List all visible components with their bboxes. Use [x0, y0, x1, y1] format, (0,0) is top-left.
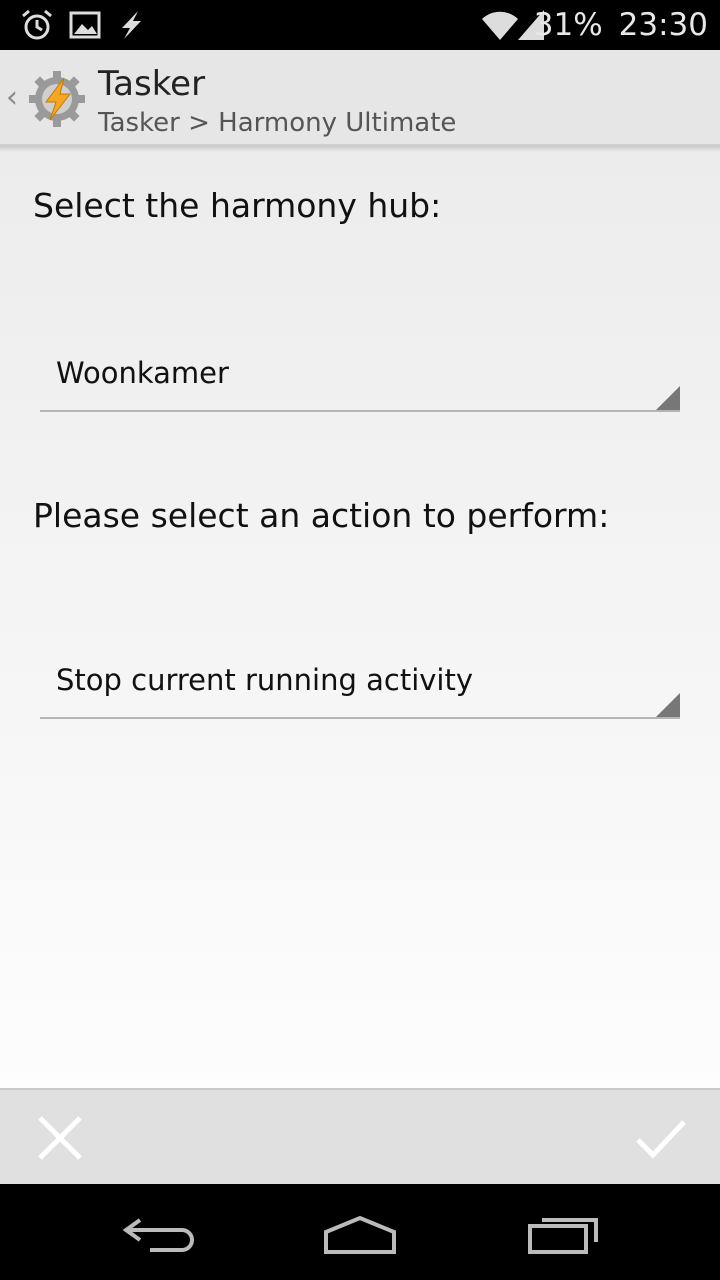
tasker-app-icon[interactable] — [26, 68, 88, 130]
bottom-button-bar — [0, 1088, 720, 1184]
wifi-icon — [482, 11, 518, 41]
dropdown-arrow-icon — [656, 386, 680, 410]
up-chevron-icon[interactable]: ‹ — [6, 80, 18, 115]
action-bar-shadow — [0, 146, 720, 152]
action-bar-subtitle: Tasker > Harmony Ultimate — [98, 108, 457, 138]
alarm-icon — [22, 9, 52, 40]
image-notification-icon — [69, 11, 101, 39]
action-spinner-value: Stop current running activity — [56, 663, 474, 697]
close-icon[interactable] — [32, 1110, 88, 1166]
lightning-icon — [122, 11, 141, 39]
dropdown-arrow-icon — [656, 693, 680, 717]
hub-spinner-value: Woonkamer — [56, 356, 229, 390]
battery-percentage: 31% — [533, 7, 603, 43]
action-spinner[interactable]: Stop current running activity — [40, 647, 680, 719]
checkmark-icon[interactable] — [632, 1110, 688, 1166]
hub-spinner[interactable]: Woonkamer — [40, 340, 680, 412]
action-bar: ‹ Tasker Tasker > Harmony Ultimate — [0, 50, 720, 146]
status-bar: 31% 23:30 — [0, 0, 720, 50]
back-icon[interactable] — [120, 1212, 200, 1256]
navigation-bar — [0, 1184, 720, 1280]
action-bar-title: Tasker — [98, 64, 206, 104]
home-icon[interactable] — [320, 1212, 400, 1256]
clock: 23:30 — [618, 7, 708, 43]
action-label: Please select an action to perform: — [33, 496, 610, 535]
content-area: Select the harmony hub: Woonkamer Please… — [0, 146, 720, 1088]
hub-label: Select the harmony hub: — [33, 186, 442, 225]
recents-icon[interactable] — [524, 1212, 604, 1256]
